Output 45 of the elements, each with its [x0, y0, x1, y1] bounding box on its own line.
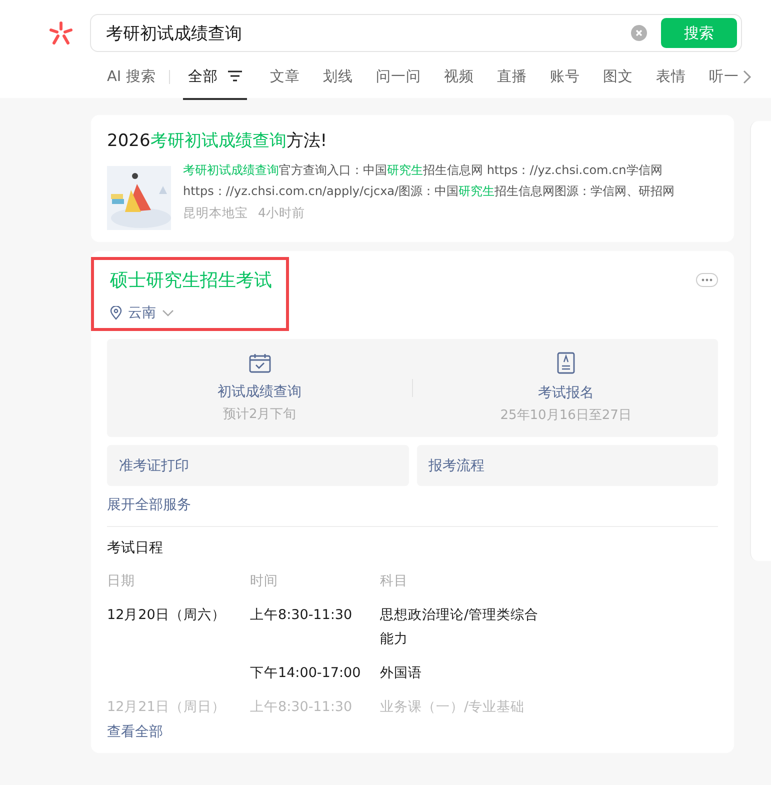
article-snippet: 考研初试成绩查询官方查询入口：中国研究生招生信息网 https：//yz.chsi.com.cn学信网 https：//yz.chsi.com.cn/apply/cjcxa/图源：中国研究生招生信息网图源：学信网、研招网 — [183, 162, 676, 200]
tab[interactable]: AI 搜索 — [107, 54, 156, 100]
expand-services-link[interactable]: 展开全部服务 — [107, 496, 191, 514]
tab[interactable]: 视频 — [444, 54, 474, 100]
source-label: 昆明本地宝 — [183, 205, 248, 222]
tab[interactable]: 图文 — [602, 54, 633, 100]
document-icon — [556, 352, 575, 374]
tab[interactable]: 账号 — [550, 54, 580, 100]
tab[interactable]: 直播 — [496, 54, 527, 100]
chevron-down-icon — [162, 309, 174, 317]
column-header: 科目 — [380, 572, 409, 591]
subject-cell-text: 思想政治理论/管理类综合能力 — [380, 606, 540, 649]
region-selector[interactable]: 云南 — [110, 304, 272, 322]
tab[interactable]: 划线 — [322, 54, 353, 100]
filter-icon[interactable] — [228, 70, 242, 82]
clear-icon[interactable] — [631, 25, 647, 41]
time-label: 4小时前 — [258, 205, 305, 222]
column-header: 日期 — [107, 572, 136, 591]
subject-cell-text: 业务课（一）/专业基础 — [380, 698, 526, 717]
service-button[interactable]: 准考证打印 — [107, 445, 409, 486]
column-header: 时间 — [250, 572, 279, 591]
more-icon[interactable] — [696, 273, 718, 287]
view-all-link[interactable]: 查看全部 — [107, 723, 163, 741]
time-cell-text: 下午14:00-17:00 — [250, 664, 362, 683]
tab[interactable]: 全部 — [182, 54, 247, 100]
service-button[interactable]: 报考流程 — [416, 445, 718, 486]
service-item[interactable]: 初试成绩查询 预计2月下旬 — [107, 353, 412, 423]
search-field[interactable]: 考研初试成绩查询 搜索 — [90, 14, 742, 52]
illustration-drawing — [107, 166, 171, 230]
schedule-title: 考试日程 — [107, 539, 164, 557]
article-title[interactable]: 2026考研初试成绩查询方法! — [107, 129, 718, 152]
service-item[interactable]: 考试报名 25年10月16日至27日 — [413, 352, 718, 424]
time-cell-text: 上午8:30-11:30 — [250, 606, 354, 625]
article-card[interactable]: 2026考研初试成绩查询方法! 考研初试成绩查询官方查询入口：中国研究生招生信息网 https：//yz.chsi.com.cn学信网 https：//yz.chsi.com.cn/apply/cjcxa/图源：中国研究生招生信息网图源：学信网、研招网 昆明本地宝 4小时前 — [91, 115, 734, 242]
location-icon — [110, 306, 122, 320]
tab[interactable]: 表情 — [656, 54, 686, 100]
time-cell-text: 上午8:30-11:30 — [250, 698, 354, 717]
logo-icon — [48, 20, 74, 46]
calendar-check-icon — [248, 353, 271, 373]
date-cell: 12月21日（周日） — [107, 699, 226, 715]
tab[interactable]: 文章 — [270, 54, 300, 100]
tab[interactable]: 问一问 — [376, 54, 421, 100]
tab[interactable]: 听一 — [708, 54, 739, 100]
date-cell: 12月20日（周六） — [107, 607, 226, 623]
subject-cell-text: 外国语 — [380, 664, 423, 683]
